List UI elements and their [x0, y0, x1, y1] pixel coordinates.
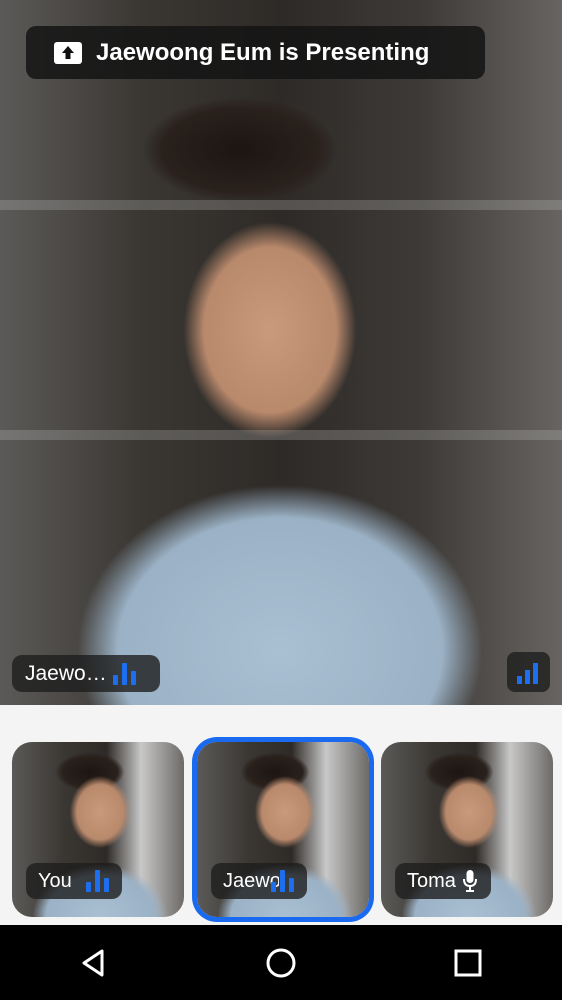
back-icon[interactable] — [78, 947, 110, 979]
audio-level-icon — [113, 662, 137, 685]
presenting-banner: Jaewoong Eum is Presenting — [26, 26, 485, 79]
recents-icon[interactable] — [452, 947, 484, 979]
share-screen-icon — [54, 41, 82, 64]
participant-name: Toma … — [407, 869, 463, 892]
main-participant-name: Jaewo… — [25, 661, 107, 685]
system-navigation-bar — [0, 925, 562, 1000]
background-shelf — [0, 200, 562, 210]
participant-strip[interactable]: You Jaewo… Toma … — [0, 705, 562, 925]
audio-level-icon — [86, 870, 110, 892]
participant-tag: Toma … — [395, 863, 491, 899]
participant-thumbnail-you[interactable]: You — [12, 742, 184, 917]
background-shelf — [0, 430, 562, 440]
audio-level-icon — [271, 870, 295, 892]
home-icon[interactable] — [265, 947, 297, 979]
main-participant-tag: Jaewo… — [12, 655, 160, 692]
microphone-icon — [463, 870, 477, 892]
network-signal-icon — [517, 663, 538, 684]
participant-thumbnail-toma[interactable]: Toma … — [381, 742, 553, 917]
presenting-text: Jaewoong Eum is Presenting — [96, 38, 430, 66]
main-video-feed[interactable]: Jaewoong Eum is Presenting Jaewo… — [0, 0, 562, 705]
network-signal-button[interactable] — [507, 652, 550, 692]
participant-tag: Jaewo… — [211, 863, 307, 899]
participant-thumbnail-jaewoong[interactable]: Jaewo… — [197, 742, 369, 917]
participant-tag: You — [26, 863, 122, 899]
